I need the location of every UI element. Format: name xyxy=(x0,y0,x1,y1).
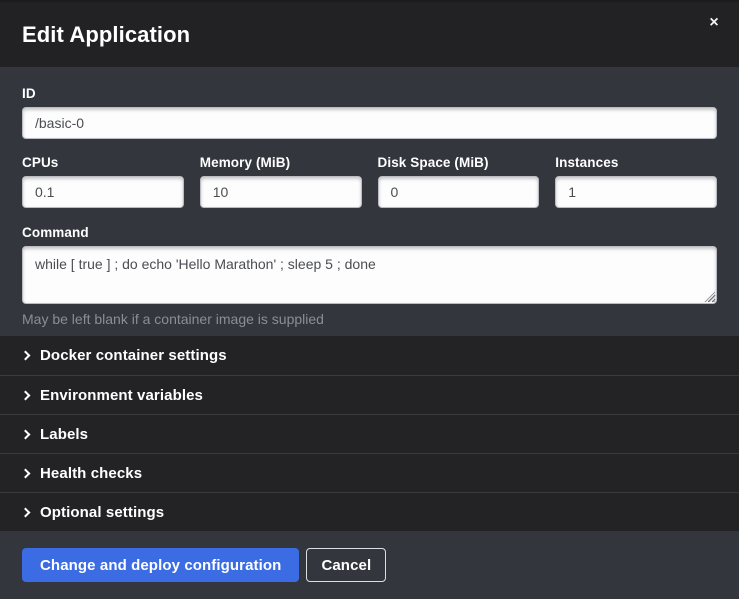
instances-field-group: Instances xyxy=(555,155,717,208)
memory-field-group: Memory (MiB) xyxy=(200,155,362,208)
collapsible-sections: Docker container settings Environment va… xyxy=(0,336,739,531)
section-environment-variables[interactable]: Environment variables xyxy=(0,375,739,414)
application-form: ID CPUs Memory (MiB) Disk Space (MiB) In… xyxy=(0,67,739,336)
memory-field-label: Memory (MiB) xyxy=(200,155,362,170)
memory-input[interactable] xyxy=(200,176,362,208)
command-textarea[interactable]: while [ true ] ; do echo 'Hello Marathon… xyxy=(22,246,717,304)
disk-field-label: Disk Space (MiB) xyxy=(378,155,540,170)
chevron-right-icon xyxy=(21,390,31,400)
section-docker-container-settings[interactable]: Docker container settings xyxy=(0,336,739,375)
command-help-text: May be left blank if a container image i… xyxy=(22,311,717,327)
close-button[interactable]: × xyxy=(703,12,725,34)
section-optional-settings[interactable]: Optional settings xyxy=(0,492,739,531)
section-label: Environment variables xyxy=(40,387,203,404)
cancel-button[interactable]: Cancel xyxy=(306,548,386,582)
chevron-right-icon xyxy=(21,351,31,361)
section-label: Health checks xyxy=(40,465,142,482)
instances-input[interactable] xyxy=(555,176,717,208)
chevron-right-icon xyxy=(21,507,31,517)
edit-application-modal: Edit Application × ID CPUs Memory (MiB) … xyxy=(0,0,739,599)
close-icon: × xyxy=(709,14,718,31)
change-and-deploy-button[interactable]: Change and deploy configuration xyxy=(22,548,299,582)
disk-field-group: Disk Space (MiB) xyxy=(378,155,540,208)
section-label: Labels xyxy=(40,426,88,443)
page-title: Edit Application xyxy=(22,22,190,48)
section-label: Optional settings xyxy=(40,504,164,521)
disk-space-input[interactable] xyxy=(378,176,540,208)
section-health-checks[interactable]: Health checks xyxy=(0,453,739,492)
id-field-label: ID xyxy=(22,86,717,101)
cpus-input[interactable] xyxy=(22,176,184,208)
instances-field-label: Instances xyxy=(555,155,717,170)
chevron-right-icon xyxy=(21,468,31,478)
section-labels[interactable]: Labels xyxy=(0,414,739,453)
modal-header: Edit Application × xyxy=(0,2,739,67)
id-input[interactable] xyxy=(22,107,717,139)
id-field-group: ID xyxy=(22,86,717,139)
modal-footer: Change and deploy configuration Cancel xyxy=(0,531,739,599)
resources-row: CPUs Memory (MiB) Disk Space (MiB) Insta… xyxy=(22,155,717,208)
command-field-group: Command while [ true ] ; do echo 'Hello … xyxy=(22,225,717,327)
cpus-field-label: CPUs xyxy=(22,155,184,170)
command-field-label: Command xyxy=(22,225,717,240)
section-label: Docker container settings xyxy=(40,347,227,364)
chevron-right-icon xyxy=(21,429,31,439)
cpus-field-group: CPUs xyxy=(22,155,184,208)
